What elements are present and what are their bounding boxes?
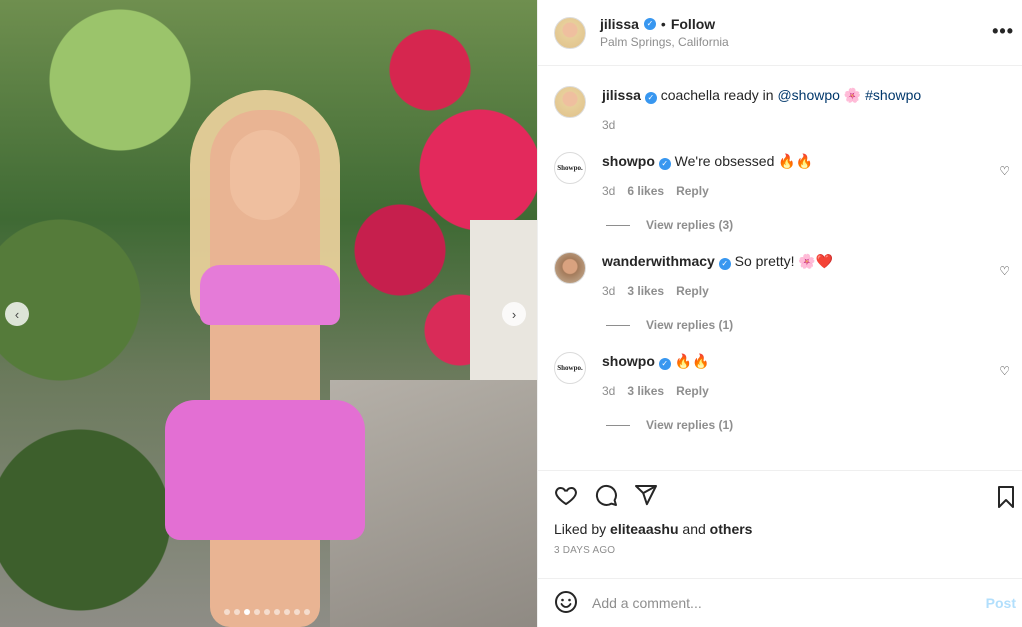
comment-item: wanderwithmacy ✓ So pretty! 🌸❤️ 3d 3 lik… xyxy=(554,232,1010,298)
comment-icon[interactable] xyxy=(594,483,618,507)
avatar[interactable] xyxy=(554,86,586,118)
pink-top xyxy=(200,265,340,325)
carousel-dot xyxy=(274,609,280,615)
liked-by: Liked by eliteaashu and others xyxy=(554,521,1006,537)
author-username[interactable]: jilissa xyxy=(600,16,639,32)
like-comment-heart-icon[interactable]: ♡ xyxy=(999,164,1010,178)
post-header: jilissa ✓ • Follow Palm Springs, Califor… xyxy=(538,0,1022,66)
carousel-next-button[interactable]: › xyxy=(502,302,526,326)
view-replies-label: View replies (1) xyxy=(646,318,734,332)
verified-icon: ✓ xyxy=(644,92,657,104)
view-replies-button[interactable]: View replies (1) xyxy=(606,418,1006,432)
replies-divider xyxy=(606,424,630,426)
location[interactable]: Palm Springs, California xyxy=(600,35,729,49)
view-replies-button[interactable]: View replies (3) xyxy=(606,218,1006,232)
comment-likes[interactable]: 6 likes xyxy=(627,184,664,198)
like-comment-heart-icon[interactable]: ♡ xyxy=(999,264,1010,278)
post-timestamp[interactable]: 3 DAYS AGO xyxy=(554,545,1006,556)
comment-time[interactable]: 3d xyxy=(602,384,615,398)
post-details-panel: jilissa ✓ • Follow Palm Springs, Califor… xyxy=(537,0,1022,627)
comment-time[interactable]: 3d xyxy=(602,184,615,198)
person-figure xyxy=(150,90,390,627)
pink-skirt xyxy=(165,400,365,540)
avatar[interactable] xyxy=(554,16,586,49)
comment-likes[interactable]: 3 likes xyxy=(627,384,664,398)
replies-divider xyxy=(606,224,630,226)
flower-emoji: 🌸 xyxy=(843,87,862,103)
comment-item: Showpo. showpo ✓ 🔥🔥 3d 3 likes Reply ♡ xyxy=(554,332,1010,398)
comment-likes[interactable]: 3 likes xyxy=(627,284,664,298)
post-button[interactable]: Post xyxy=(986,595,1016,611)
verified-icon: ✓ xyxy=(658,358,671,370)
comment-text: So pretty! 🌸❤️ xyxy=(734,253,834,269)
liked-by-user[interactable]: eliteaashu xyxy=(610,521,678,537)
more-options-icon[interactable]: ••• xyxy=(992,21,1014,42)
view-replies-button[interactable]: View replies (1) xyxy=(606,318,1006,332)
verified-icon: ✓ xyxy=(643,18,656,30)
carousel-dot xyxy=(244,609,250,615)
carousel-dot xyxy=(234,609,240,615)
comment-item: Showpo. showpo ✓ We're obsessed 🔥🔥 3d 6 … xyxy=(554,132,1010,198)
post-image[interactable]: ‹ › xyxy=(0,0,537,627)
like-comment-heart-icon[interactable]: ♡ xyxy=(999,364,1010,378)
reply-button[interactable]: Reply xyxy=(676,184,709,198)
avatar[interactable]: Showpo. xyxy=(554,352,586,384)
face xyxy=(230,130,300,220)
comment-username[interactable]: showpo xyxy=(602,153,655,169)
carousel-dot xyxy=(284,609,290,615)
separator: • xyxy=(660,16,666,32)
caption-text: coachella ready in xyxy=(660,87,774,103)
add-comment-bar: Post xyxy=(538,578,1022,627)
verified-icon: ✓ xyxy=(718,258,731,270)
avatar[interactable] xyxy=(554,252,586,284)
heart-icon[interactable] xyxy=(554,483,578,507)
share-icon[interactable] xyxy=(634,483,658,507)
header-info: jilissa ✓ • Follow Palm Springs, Califor… xyxy=(600,16,729,49)
follow-button[interactable]: Follow xyxy=(671,16,715,32)
bookmark-icon[interactable] xyxy=(994,485,1018,509)
caption-time[interactable]: 3d xyxy=(602,118,615,132)
reply-button[interactable]: Reply xyxy=(676,284,709,298)
liked-by-others[interactable]: others xyxy=(710,521,753,537)
comment-username[interactable]: showpo xyxy=(602,353,655,369)
post-actions: Liked by eliteaashu and others 3 DAYS AG… xyxy=(538,470,1022,578)
verified-icon: ✓ xyxy=(658,158,671,170)
caption-username[interactable]: jilissa xyxy=(602,87,641,103)
comment-time[interactable]: 3d xyxy=(602,284,615,298)
carousel-dot xyxy=(254,609,260,615)
smiley-icon[interactable] xyxy=(554,590,578,617)
view-replies-label: View replies (1) xyxy=(646,418,734,432)
mention-link[interactable]: @showpo xyxy=(777,87,839,103)
comments-list[interactable]: jilissa ✓ coachella ready in @showpo 🌸 #… xyxy=(538,66,1022,470)
carousel-dot xyxy=(294,609,300,615)
carousel-dots xyxy=(224,609,310,615)
comment-username[interactable]: wanderwithmacy xyxy=(602,253,715,269)
comment-text: We're obsessed 🔥🔥 xyxy=(674,153,814,169)
hashtag-link[interactable]: #showpo xyxy=(865,87,921,103)
reply-button[interactable]: Reply xyxy=(676,384,709,398)
carousel-dot xyxy=(304,609,310,615)
carousel-dot xyxy=(224,609,230,615)
carousel-dot xyxy=(264,609,270,615)
liked-by-prefix: Liked by xyxy=(554,521,607,537)
replies-divider xyxy=(606,324,630,326)
comment-text: 🔥🔥 xyxy=(674,353,710,369)
liked-by-and: and xyxy=(682,521,706,537)
comment-input[interactable] xyxy=(592,595,986,611)
avatar[interactable]: Showpo. xyxy=(554,152,586,184)
caption: jilissa ✓ coachella ready in @showpo 🌸 #… xyxy=(554,66,1006,132)
carousel-prev-button[interactable]: ‹ xyxy=(5,302,29,326)
view-replies-label: View replies (3) xyxy=(646,218,734,232)
